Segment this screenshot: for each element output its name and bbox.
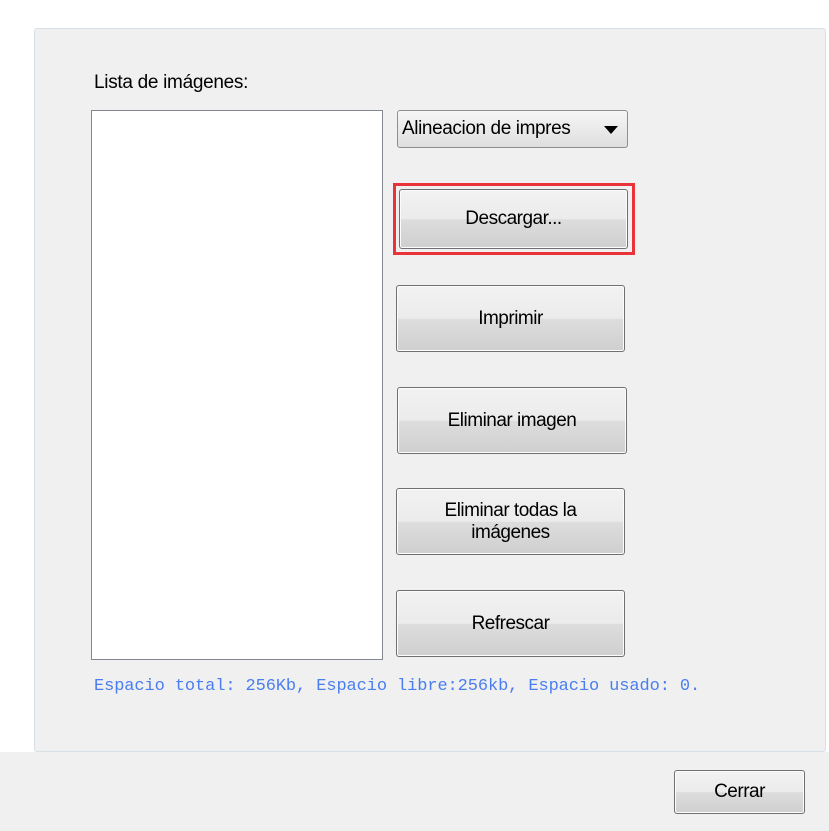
alignment-select[interactable]: Alineacion de impres <box>397 110 628 148</box>
chevron-down-icon <box>604 126 618 134</box>
storage-status-text: Espacio total: 256Kb, Espacio libre:256k… <box>94 677 701 696</box>
image-list-label: Lista de imágenes: <box>94 72 249 93</box>
refresh-button[interactable]: Refrescar <box>396 590 625 657</box>
delete-all-images-button[interactable]: Eliminar todas la imágenes <box>396 488 625 555</box>
alignment-select-value: Alineacion de impres <box>402 118 571 139</box>
image-listbox[interactable] <box>91 110 383 660</box>
close-button[interactable]: Cerrar <box>674 770 805 814</box>
delete-all-images-label: Eliminar todas la imágenes <box>444 499 577 543</box>
delete-image-button[interactable]: Eliminar imagen <box>397 387 627 454</box>
download-button[interactable]: Descargar... <box>399 189 628 249</box>
print-button[interactable]: Imprimir <box>396 285 625 352</box>
